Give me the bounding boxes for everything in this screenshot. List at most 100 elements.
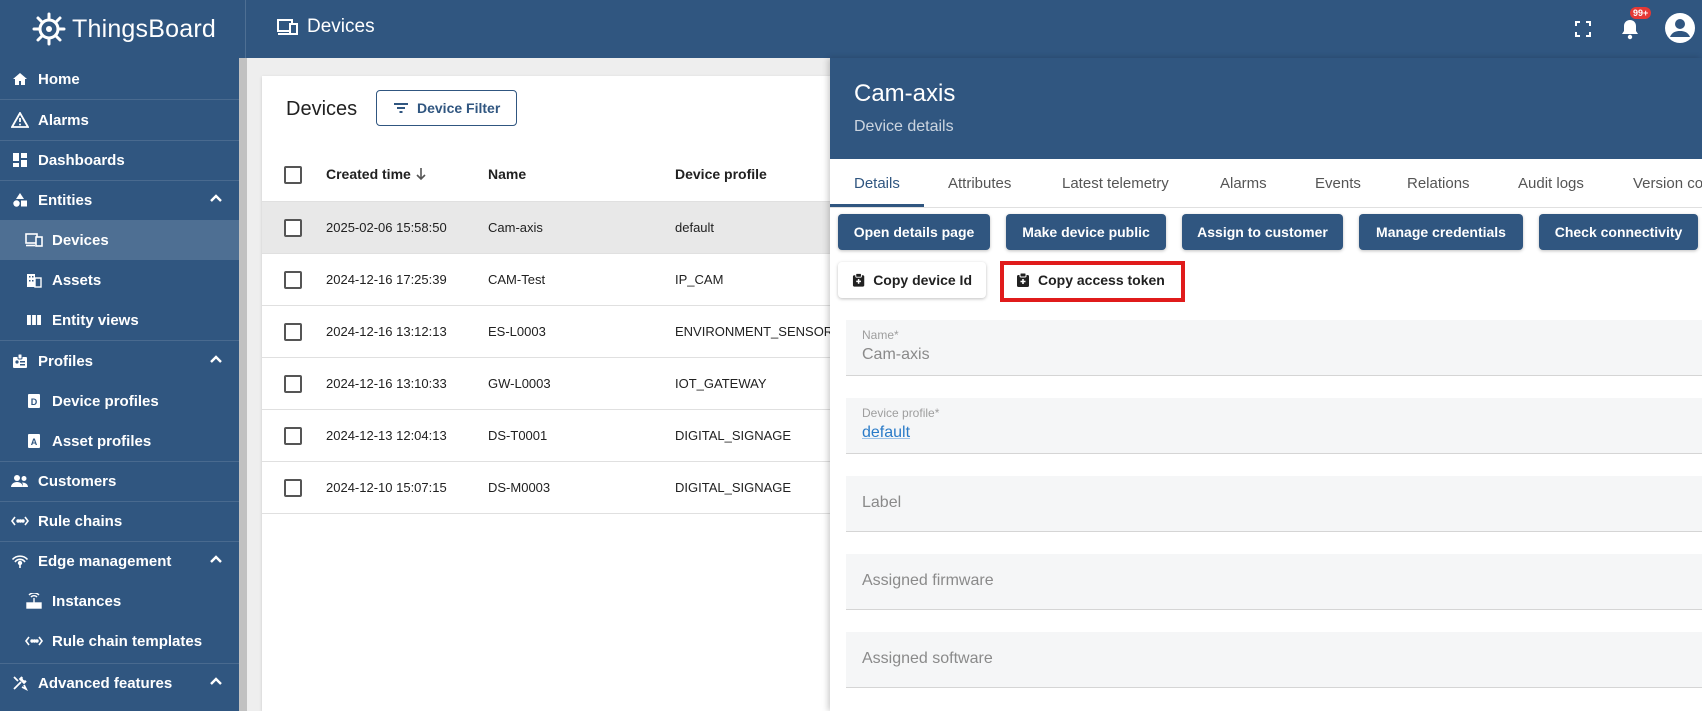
cell-name: GW-L0003 — [488, 376, 551, 391]
tab-details[interactable]: Details — [854, 175, 900, 192]
table-row[interactable]: 2024-12-10 15:07:15 DS-M0003 DIGITAL_SIG… — [262, 462, 862, 514]
sidebar-item-label: Instances — [52, 592, 122, 610]
tab-audit-logs[interactable]: Audit logs — [1518, 175, 1584, 192]
sidebar-item-home[interactable]: Home — [0, 59, 239, 99]
assign-to-customer-button[interactable]: Assign to customer — [1182, 214, 1343, 250]
tab-events[interactable]: Events — [1315, 175, 1361, 192]
table-row[interactable]: 2024-12-13 12:04:13 DS-T0001 DIGITAL_SIG… — [262, 410, 862, 462]
sidebar-item-asset-profiles[interactable]: A Asset profiles — [0, 421, 239, 461]
sidebar-item-entity-views[interactable]: Entity views — [0, 300, 239, 340]
tab-version-control[interactable]: Version co — [1633, 175, 1702, 192]
cell-name: DS-M0003 — [488, 480, 551, 495]
device-profile-link[interactable]: default — [862, 424, 910, 442]
rule-chain-icon — [24, 631, 44, 651]
device-filter-button[interactable]: Device Filter — [376, 90, 518, 126]
row-checkbox[interactable] — [284, 375, 302, 393]
sidebar-item-customers[interactable]: Customers — [0, 461, 239, 501]
devices-table-card: Devices Device Filter Created time Name … — [262, 76, 862, 711]
page-title: Devices — [277, 16, 375, 38]
table-row[interactable]: 2024-12-16 17:25:39 CAM-Test IP_CAM — [262, 254, 862, 306]
name-field-value: Cam-axis — [862, 346, 930, 363]
topbar-divider — [245, 0, 246, 58]
logo-icon — [32, 12, 66, 46]
shapes-icon — [10, 190, 30, 210]
column-name[interactable]: Name — [488, 166, 526, 182]
sidebar-item-label: Edge management — [38, 552, 172, 570]
highlight-box — [1000, 261, 1185, 302]
thingsboard-logo[interactable]: ThingsBoard — [30, 8, 216, 50]
tab-attributes[interactable]: Attributes — [948, 175, 1011, 192]
table-row[interactable]: 2025-02-06 15:58:50 Cam-axis default — [262, 202, 862, 254]
column-label: Created time — [326, 166, 411, 182]
sidebar-item-dashboards[interactable]: Dashboards — [0, 140, 239, 180]
column-device-profile[interactable]: Device profile — [675, 166, 767, 182]
sidebar-item-edge-management[interactable]: Edge management — [0, 541, 239, 581]
manage-credentials-button[interactable]: Manage credentials — [1359, 214, 1523, 250]
devices-title: Devices — [286, 98, 358, 120]
cell-created-time: 2024-12-13 12:04:13 — [326, 428, 447, 443]
account-icon[interactable] — [1661, 9, 1699, 47]
building-icon — [24, 270, 44, 290]
active-tab-indicator — [830, 204, 924, 207]
sidebar-item-assets[interactable]: Assets — [0, 260, 239, 300]
row-checkbox[interactable] — [284, 219, 302, 237]
details-title: Cam-axis — [854, 80, 956, 107]
row-checkbox[interactable] — [284, 427, 302, 445]
sidebar-item-instances[interactable]: Instances — [0, 581, 239, 621]
label-field[interactable]: Label — [846, 476, 1702, 532]
warning-icon — [10, 110, 30, 130]
cell-device-profile: DIGITAL_SIGNAGE — [675, 428, 792, 443]
sidebar-item-device-profiles[interactable]: D Device profiles — [0, 381, 239, 421]
table-row[interactable]: 2024-12-16 13:10:33 GW-L0003 IOT_GATEWAY — [262, 358, 862, 410]
sidebar-scrollbar[interactable] — [239, 58, 247, 711]
sidebar-item-label: Rule chains — [38, 512, 123, 530]
sidebar-item-entities[interactable]: Entities — [0, 180, 239, 220]
make-device-public-button[interactable]: Make device public — [1006, 214, 1166, 250]
tab-alarms[interactable]: Alarms — [1220, 175, 1267, 192]
table-header: Created time Name Device profile — [262, 148, 862, 202]
table-row[interactable]: 2024-12-16 13:12:13 ES-L0003 ENVIRONMENT… — [262, 306, 862, 358]
fullscreen-icon[interactable] — [1566, 12, 1600, 46]
assigned-software-field[interactable]: Assigned software — [846, 632, 1702, 688]
name-field-label: Name* — [862, 328, 899, 342]
sidebar: Home Alarms Dashboards Entities Devices … — [0, 58, 239, 711]
sidebar-item-devices[interactable]: Devices — [0, 220, 239, 260]
row-checkbox[interactable] — [284, 323, 302, 341]
tab-latest-telemetry[interactable]: Latest telemetry — [1062, 175, 1169, 192]
cell-name: Cam-axis — [488, 220, 543, 235]
rule-chain-icon — [10, 511, 30, 531]
sidebar-item-advanced-features[interactable]: Advanced features — [0, 663, 239, 703]
sidebar-item-profiles[interactable]: Profiles — [0, 341, 239, 381]
device-filter-label: Device Filter — [417, 100, 501, 116]
sidebar-item-label: Assets — [52, 271, 102, 289]
sidebar-item-label: Profiles — [38, 352, 94, 370]
sidebar-item-label: Customers — [38, 472, 117, 490]
chevron-up-icon — [209, 552, 223, 570]
details-header: Cam-axis Device details — [830, 58, 1702, 159]
column-created-time[interactable]: Created time — [326, 166, 427, 182]
name-field[interactable]: Name* Cam-axis — [846, 320, 1702, 376]
sidebar-item-label: Entities — [38, 191, 93, 209]
row-checkbox[interactable] — [284, 271, 302, 289]
sidebar-item-rule-chains[interactable]: Rule chains — [0, 501, 239, 541]
cell-device-profile: ENVIRONMENT_SENSOR — [675, 324, 834, 339]
row-checkbox[interactable] — [284, 479, 302, 497]
check-connectivity-button[interactable]: Check connectivity — [1539, 214, 1698, 250]
assigned-firmware-field[interactable]: Assigned firmware — [846, 554, 1702, 610]
sidebar-item-alarms[interactable]: Alarms — [0, 100, 239, 140]
antenna-icon — [10, 551, 30, 571]
open-details-page-button[interactable]: Open details page — [838, 214, 990, 250]
filter-icon — [394, 103, 408, 113]
copy-device-id-button[interactable]: Copy device Id — [838, 262, 986, 298]
sidebar-item-label: Asset profiles — [52, 432, 152, 450]
clipboard-icon — [852, 272, 865, 287]
sidebar-item-rule-chain-templates[interactable]: Rule chain templates — [0, 621, 239, 661]
device-details-panel: Cam-axis Device details Details Attribut… — [830, 58, 1702, 711]
select-all-checkbox[interactable] — [284, 166, 302, 184]
tab-relations[interactable]: Relations — [1407, 175, 1470, 192]
router-icon — [24, 591, 44, 611]
cell-created-time: 2025-02-06 15:58:50 — [326, 220, 447, 235]
sidebar-item-label: Devices — [52, 231, 109, 249]
device-profile-field[interactable]: Device profile* default — [846, 398, 1702, 454]
assigned-firmware-placeholder: Assigned firmware — [862, 572, 994, 589]
